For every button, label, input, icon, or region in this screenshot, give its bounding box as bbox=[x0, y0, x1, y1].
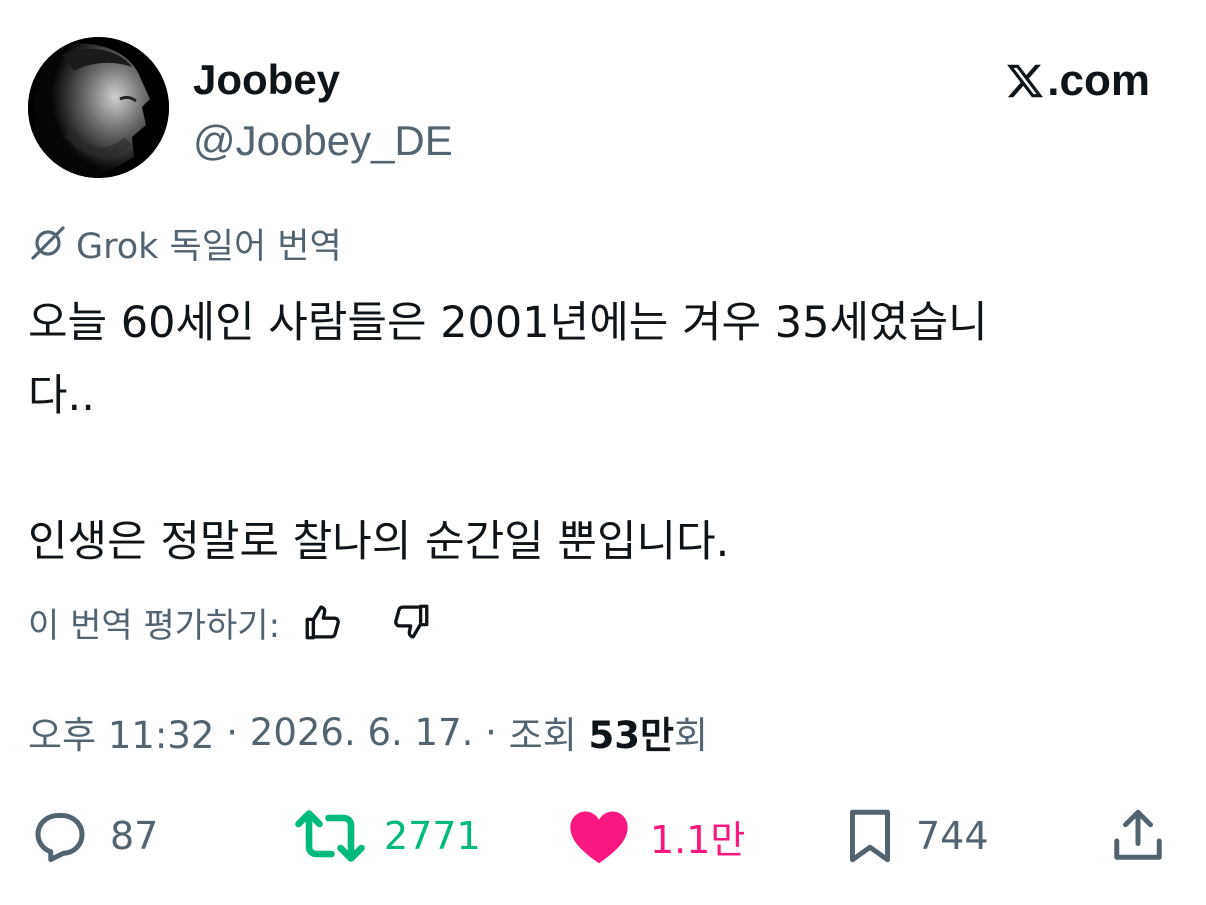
thumbs-up-icon bbox=[305, 605, 340, 640]
reply-count: 87 bbox=[110, 814, 159, 858]
repost-icon bbox=[295, 810, 365, 862]
translation-label-text: Grok 독일어 번역 bbox=[76, 226, 342, 267]
brand-text: .com bbox=[1047, 56, 1150, 105]
rate-translation-label: 이 번역 평가하기: bbox=[28, 605, 281, 646]
grok-icon bbox=[31, 226, 65, 260]
like-button[interactable]: 1.1만 bbox=[566, 806, 745, 866]
views-suffix: 회 bbox=[674, 714, 709, 757]
reply-icon bbox=[35, 813, 85, 862]
share-button[interactable] bbox=[1108, 806, 1168, 866]
meta-separator: · bbox=[473, 710, 509, 754]
tweet-meta: 오후 11:32 · 2026. 6. 17. · 조회 53만 회 bbox=[28, 706, 708, 758]
like-count: 1.1만 bbox=[650, 817, 746, 862]
reply-button[interactable]: 87 bbox=[28, 806, 158, 866]
rate-translation-row: 이 번역 평가하기: bbox=[28, 598, 436, 646]
tweet-line: 인생은 정말로 찰나의 순간일 뿐입니다. bbox=[28, 517, 730, 567]
thumbs-down-button[interactable] bbox=[386, 598, 436, 646]
brand-logo: .com bbox=[1005, 53, 1150, 109]
meta-separator: · bbox=[214, 710, 250, 754]
bookmark-button[interactable]: 744 bbox=[842, 806, 989, 866]
avatar-image bbox=[28, 37, 169, 178]
tweet-time[interactable]: 오후 11:32 bbox=[28, 705, 214, 759]
avatar[interactable] bbox=[28, 37, 169, 178]
tweet-text: 오늘 60세인 사람들은 2001년에는 겨우 35세였습니 다.. 인생은 정… bbox=[28, 287, 1158, 579]
x-logo-icon bbox=[1007, 64, 1044, 98]
views-count: 53만 bbox=[588, 714, 675, 757]
author-handle[interactable]: @Joobey_DE bbox=[193, 113, 453, 169]
repost-button[interactable]: 2771 bbox=[294, 806, 481, 866]
repost-count: 2771 bbox=[384, 814, 481, 858]
bookmark-icon bbox=[850, 809, 890, 863]
grok-translation-label: Grok 독일어 번역 bbox=[28, 220, 342, 267]
heart-icon bbox=[570, 811, 628, 864]
bookmark-count: 744 bbox=[916, 814, 989, 858]
tweet-line: 오늘 60세인 사람들은 2001년에는 겨우 35세였습니 bbox=[28, 298, 988, 348]
share-icon bbox=[1114, 809, 1162, 860]
thumbs-up-button[interactable] bbox=[298, 598, 348, 646]
tweet-line: 다.. bbox=[28, 371, 95, 421]
thumbs-down-icon bbox=[394, 604, 429, 639]
tweet-date[interactable]: 2026. 6. 17. bbox=[250, 711, 474, 754]
views-prefix: 조회 bbox=[508, 714, 589, 757]
author-display-name[interactable]: Joobey bbox=[193, 52, 340, 108]
